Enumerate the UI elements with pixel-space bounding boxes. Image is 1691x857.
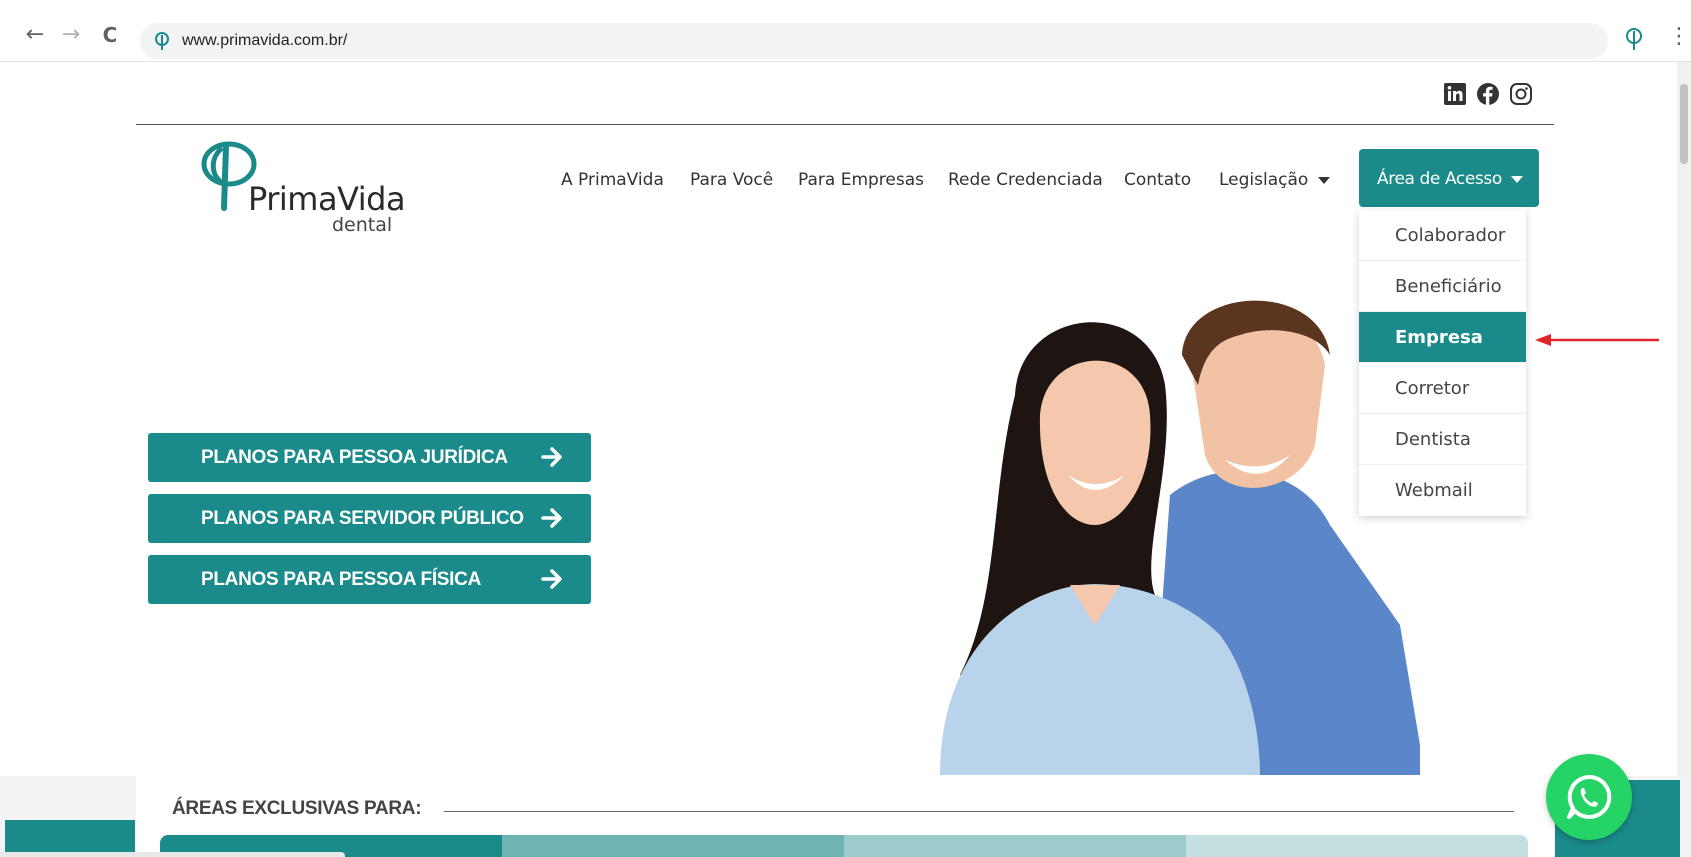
planos-servidor-label: PLANOS PARA SERVIDOR PÚBLICO bbox=[201, 508, 524, 529]
address-bar[interactable]: www.primavida.com.br/ bbox=[140, 23, 1608, 59]
nav-item-a-primavida[interactable]: A PrimaVida bbox=[561, 170, 664, 190]
area-tile-2[interactable] bbox=[502, 835, 844, 857]
browser-toolbar: ← → C www.primavida.com.br/ ⋮ bbox=[0, 0, 1691, 62]
primavida-extension-icon[interactable] bbox=[1622, 27, 1646, 51]
nav-item-contato[interactable]: Contato bbox=[1124, 170, 1191, 190]
nav-item-rede-credenciada[interactable]: Rede Credenciada bbox=[948, 170, 1103, 190]
annotation-arrow-icon bbox=[1535, 334, 1659, 346]
area-tile-3[interactable] bbox=[844, 835, 1186, 857]
dropdown-item-colaborador[interactable]: Colaborador bbox=[1359, 210, 1526, 261]
primavida-logo[interactable]: PrimaVida dental bbox=[196, 136, 416, 236]
arrow-right-icon bbox=[541, 447, 562, 467]
status-bar-tab bbox=[0, 852, 345, 857]
whatsapp-button[interactable] bbox=[1546, 754, 1632, 840]
page-scrollbar[interactable] bbox=[1677, 62, 1691, 857]
area-de-acesso-label: Área de Acesso bbox=[1377, 169, 1502, 189]
nav-item-para-voce[interactable]: Para Você bbox=[690, 170, 773, 190]
facebook-icon[interactable] bbox=[1476, 82, 1500, 106]
planos-servidor-publico-button[interactable]: PLANOS PARA SERVIDOR PÚBLICO bbox=[148, 494, 591, 543]
chevron-down-icon bbox=[1318, 176, 1331, 184]
exclusive-areas-card: ÁREAS EXCLUSIVAS PARA: bbox=[136, 776, 1554, 857]
hero-couple-photo bbox=[940, 300, 1420, 775]
arrow-right-icon bbox=[541, 569, 562, 589]
area-tile-4[interactable] bbox=[1186, 835, 1528, 857]
chevron-down-icon bbox=[1511, 176, 1523, 183]
planos-pj-label: PLANOS PARA PESSOA JURÍDICA bbox=[201, 447, 508, 468]
back-icon[interactable]: ← bbox=[24, 24, 46, 46]
instagram-icon[interactable] bbox=[1509, 82, 1533, 106]
header-divider bbox=[136, 124, 1554, 125]
forward-icon[interactable]: → bbox=[60, 24, 82, 46]
area-de-acesso-button[interactable]: Área de Acesso bbox=[1359, 149, 1539, 207]
reload-icon[interactable]: C bbox=[99, 24, 121, 46]
areas-title-divider bbox=[444, 811, 1514, 812]
planos-pessoa-fisica-button[interactable]: PLANOS PARA PESSOA FÍSICA bbox=[148, 555, 591, 604]
logo-name: PrimaVida bbox=[248, 180, 406, 218]
nav-item-legislacao[interactable]: Legislação bbox=[1219, 170, 1331, 190]
arrow-right-icon bbox=[541, 508, 562, 528]
url-text: www.primavida.com.br/ bbox=[182, 32, 348, 49]
legislacao-label: Legislação bbox=[1219, 170, 1309, 190]
planos-pf-label: PLANOS PARA PESSOA FÍSICA bbox=[201, 569, 481, 590]
whatsapp-icon bbox=[1567, 774, 1612, 819]
browser-menu-icon[interactable]: ⋮ bbox=[1668, 24, 1690, 49]
linkedin-icon[interactable] bbox=[1443, 82, 1467, 106]
nav-item-para-empresas[interactable]: Para Empresas bbox=[798, 170, 924, 190]
logo-subtitle: dental bbox=[332, 214, 393, 236]
scroll-thumb[interactable] bbox=[1680, 84, 1688, 164]
site-favicon-icon bbox=[155, 32, 169, 50]
areas-exclusivas-title: ÁREAS EXCLUSIVAS PARA: bbox=[172, 798, 422, 819]
planos-pessoa-juridica-button[interactable]: PLANOS PARA PESSOA JURÍDICA bbox=[148, 433, 591, 482]
